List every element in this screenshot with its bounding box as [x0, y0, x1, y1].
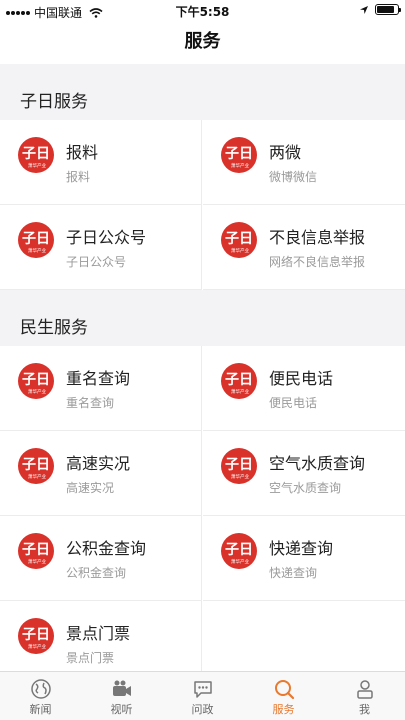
service-item-air-water[interactable]: 空气水质查询 空气水质查询	[203, 431, 405, 516]
service-item-subtitle: 公积金查询	[66, 566, 127, 580]
tab-bar: 新闻 视听 问政 服务 我	[0, 671, 405, 720]
ziri-logo-icon	[17, 532, 55, 570]
section-title: 子日服务	[20, 92, 88, 112]
tab-service[interactable]: 服务	[243, 672, 324, 720]
service-item-report[interactable]: 不良信息举报 网络不良信息举报	[203, 205, 405, 290]
battery-icon	[375, 4, 401, 15]
chat-bubble-icon	[193, 681, 212, 698]
tab-me[interactable]: 我	[324, 672, 405, 720]
service-item-title: 两微	[269, 143, 302, 162]
tab-wenzheng[interactable]: 问政	[162, 672, 243, 720]
location-arrow-icon	[360, 5, 368, 14]
ziri-logo-icon	[220, 136, 258, 174]
service-item-gongzhonghao[interactable]: 子日公众号 子日公众号	[0, 205, 202, 290]
tab-label: 服务	[272, 703, 295, 716]
service-item-title: 快递查询	[269, 539, 334, 558]
service-item-highway[interactable]: 高速实况 高速实况	[0, 431, 202, 516]
service-item-subtitle: 网络不良信息举报	[269, 255, 366, 269]
tab-label: 问政	[191, 703, 214, 716]
service-item-title: 不良信息举报	[269, 228, 366, 247]
service-item-subtitle: 便民电话	[269, 396, 318, 410]
service-item-subtitle: 景点门票	[66, 651, 115, 665]
service-item-subtitle: 高速实况	[66, 481, 115, 495]
video-camera-icon	[112, 680, 131, 696]
ziri-logo-icon	[17, 221, 55, 259]
service-item-subtitle: 快递查询	[269, 566, 318, 580]
service-item-liangwei[interactable]: 两微 微博微信	[203, 120, 405, 205]
service-item-subtitle: 子日公众号	[66, 255, 127, 269]
service-item-subtitle: 空气水质查询	[269, 481, 342, 495]
ziri-logo-icon	[220, 532, 258, 570]
tab-label: 新闻	[29, 703, 52, 716]
person-icon	[356, 680, 373, 699]
status-right	[359, 4, 401, 15]
battery-level	[377, 6, 394, 13]
service-item-title: 高速实况	[66, 454, 131, 473]
ziri-logo-icon	[17, 447, 55, 485]
ziri-logo-icon	[220, 362, 258, 400]
service-item-title: 便民电话	[269, 369, 334, 388]
section-title: 民生服务	[20, 318, 88, 338]
service-item-housing-fund[interactable]: 公积金查询 公积金查询	[0, 516, 202, 601]
status-bar: 中国联通 下午5:58	[0, 0, 405, 22]
status-time: 下午5:58	[175, 5, 230, 19]
search-icon	[274, 680, 294, 700]
service-item-duplicate-name[interactable]: 重名查询 重名查询	[0, 346, 202, 431]
service-item-title: 重名查询	[66, 369, 131, 388]
service-item-subtitle: 报料	[66, 170, 91, 184]
tab-label: 我	[359, 703, 370, 716]
section-header-minsheng: 民生服务	[0, 290, 405, 346]
service-item-title: 景点门票	[66, 624, 131, 643]
ziri-logo-icon	[17, 362, 55, 400]
service-item-title: 子日公众号	[66, 228, 147, 247]
ziri-logo-icon	[220, 221, 258, 259]
ziri-logo-icon	[17, 136, 55, 174]
nav-bar: 服务	[0, 22, 405, 64]
globe-icon	[30, 679, 51, 699]
service-item-hotline[interactable]: 便民电话 便民电话	[203, 346, 405, 431]
service-grid-minsheng: 重名查询 重名查询 便民电话 便民电话 高速实况 高速实况 空气水质查询 空气水…	[0, 346, 405, 686]
tab-label: 视听	[110, 703, 133, 716]
ziri-logo-icon	[17, 617, 55, 655]
service-grid-zirui: 报料 报料 两微 微博微信 子日公众号 子日公众号 不良信息举报 网络不良信息举…	[0, 120, 405, 290]
service-item-baoliao[interactable]: 报料 报料	[0, 120, 202, 205]
service-item-subtitle: 微博微信	[269, 170, 318, 184]
service-item-title: 公积金查询	[66, 539, 147, 558]
service-item-express[interactable]: 快递查询 快递查询	[203, 516, 405, 601]
tab-news[interactable]: 新闻	[0, 672, 81, 720]
service-item-title: 空气水质查询	[269, 454, 366, 473]
tab-video[interactable]: 视听	[81, 672, 162, 720]
service-item-subtitle: 重名查询	[66, 396, 115, 410]
ziri-logo-icon	[220, 447, 258, 485]
page-title: 服务	[184, 31, 221, 52]
service-item-title: 报料	[66, 143, 99, 162]
section-header-zirui: 子日服务	[0, 64, 405, 120]
